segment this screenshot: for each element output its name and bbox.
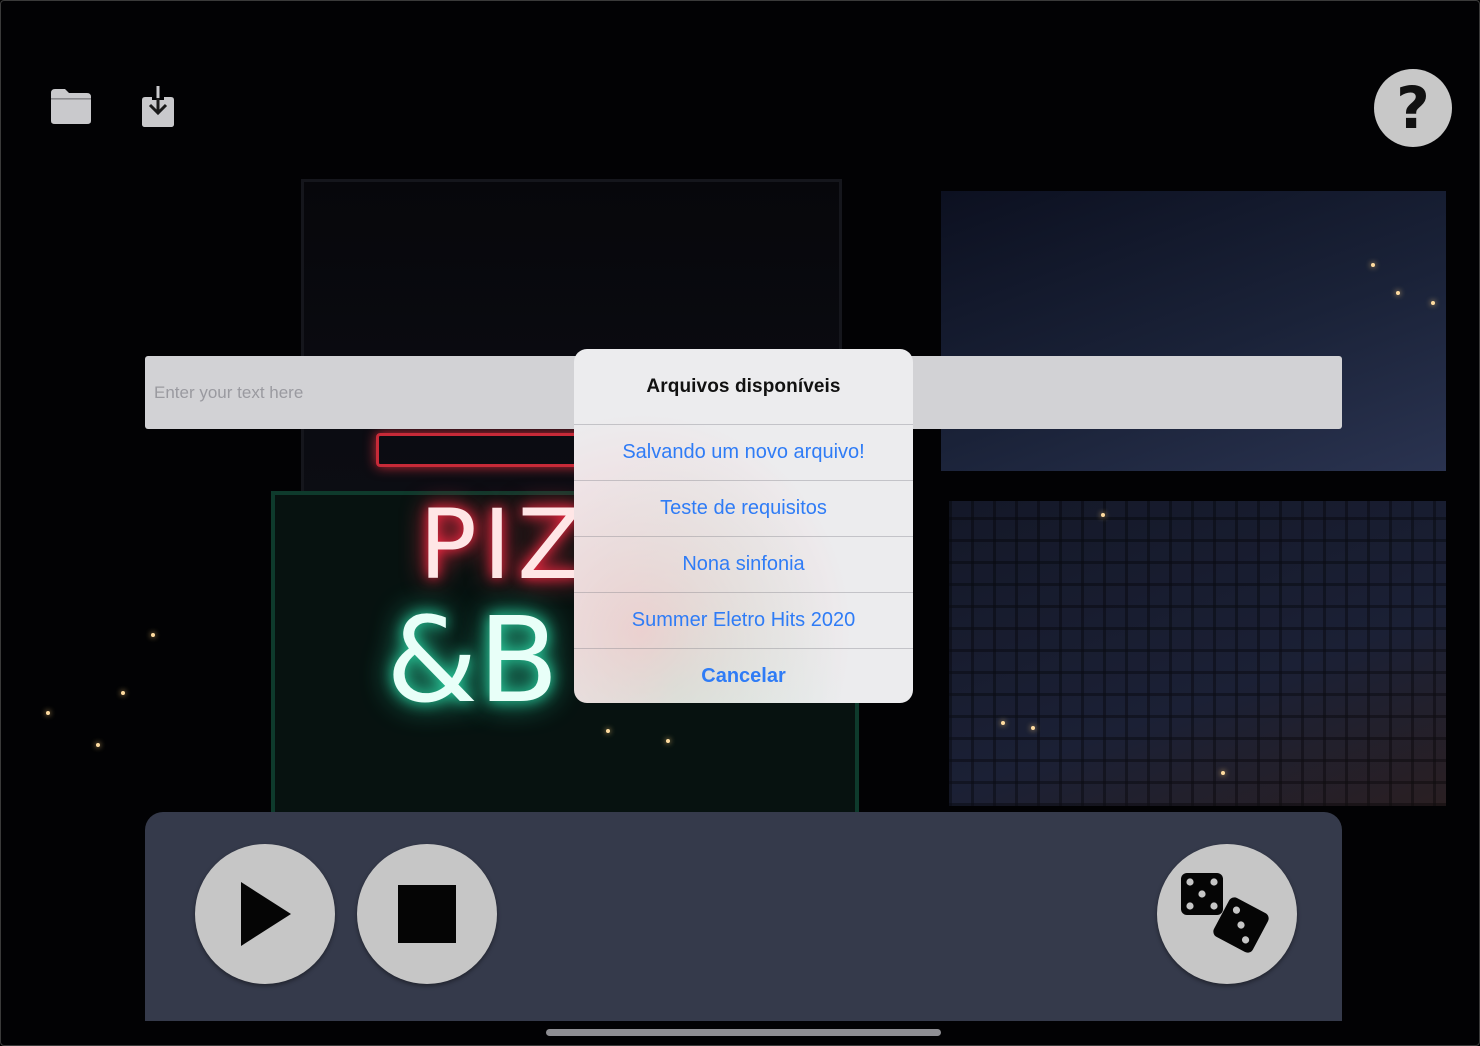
light-dot (96, 743, 100, 747)
file-item-teste[interactable]: Teste de requisitos (574, 480, 913, 536)
light-dot (666, 739, 670, 743)
folder-icon[interactable] (47, 85, 95, 127)
sheet-title: Arquivos disponíveis (646, 375, 841, 397)
light-dot (1371, 263, 1375, 267)
question-mark-icon: ? (1396, 74, 1430, 142)
help-button[interactable]: ? (1374, 69, 1452, 147)
light-dot (121, 691, 125, 695)
download-icon[interactable] (137, 83, 179, 129)
home-indicator (546, 1029, 941, 1036)
light-dot (1031, 726, 1035, 730)
neon-frame (376, 433, 592, 467)
stop-icon (398, 885, 456, 943)
dice-icon (1181, 873, 1269, 953)
background-grid (949, 501, 1446, 806)
dice-button[interactable] (1157, 844, 1297, 984)
light-dot (606, 729, 610, 733)
light-dot (1221, 771, 1225, 775)
app-window: PIZ &B ? Arqu (0, 0, 1480, 1046)
light-dot (1431, 301, 1435, 305)
cancel-button[interactable]: Cancelar (574, 648, 913, 703)
neon-sign-top: PIZ (419, 489, 589, 601)
stop-button[interactable] (357, 844, 497, 984)
file-item-summer[interactable]: Summer Eletro Hits 2020 (574, 592, 913, 648)
file-item-nona[interactable]: Nona sinfonia (574, 536, 913, 592)
light-dot (1001, 721, 1005, 725)
light-dot (151, 633, 155, 637)
files-action-sheet: Arquivos disponíveis Salvando um novo ar… (574, 349, 913, 703)
light-dot (1396, 291, 1400, 295)
play-button[interactable] (195, 844, 335, 984)
play-icon (241, 882, 291, 946)
neon-sign-bottom: &B (386, 591, 559, 729)
background-window-right-top (941, 191, 1446, 471)
light-dot (46, 711, 50, 715)
light-dot (1101, 513, 1105, 517)
file-item-salvando[interactable]: Salvando um novo arquivo! (574, 424, 913, 480)
